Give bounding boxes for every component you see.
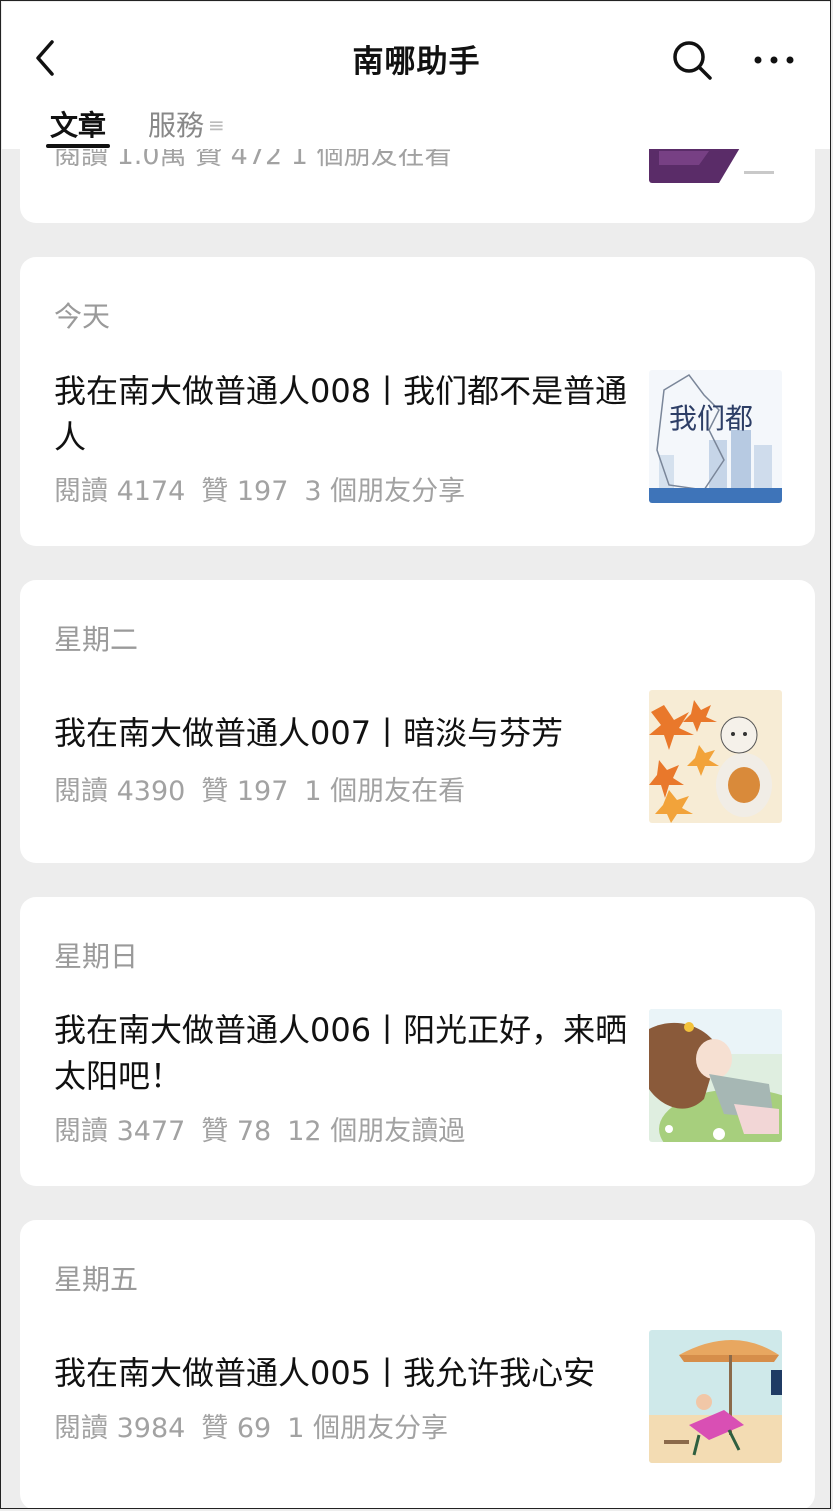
article-stats: 閱讀 3477 贊 78 12 個朋友讀過	[54, 1109, 481, 1148]
article-card[interactable]: 星期二 我在南大做普通人007丨暗淡与芬芳 閱讀 4390 贊 197 1 個朋友在…	[20, 580, 815, 863]
read-count: 閱讀 3477	[54, 1116, 186, 1147]
menu-icon: ≡	[208, 113, 225, 137]
article-title[interactable]: 我在南大做普通人007丨暗淡与芬芳	[54, 710, 629, 756]
article-date: 星期五	[54, 1263, 139, 1296]
search-icon	[673, 41, 712, 80]
thumbnail-handwriting: 我们都	[669, 402, 753, 435]
article-card[interactable]: 星期五 我在南大做普通人005丨我允许我心安 閱讀 3984 贊 69 1 個朋友分…	[20, 1220, 815, 1508]
app-header: 南哪助手 文章 服務 ≡	[2, 2, 830, 149]
article-thumbnail[interactable]	[649, 1330, 782, 1463]
article-title[interactable]: 我在南大做普通人006丨阳光正好，来晒太阳吧！	[54, 1007, 629, 1099]
friends-activity: 1 個朋友分享	[287, 1413, 449, 1444]
article-stats: 閱讀 4390 贊 197 1 個朋友在看	[54, 769, 481, 808]
read-count: 閱讀 3984	[54, 1413, 186, 1444]
tab-articles-label: 文章	[50, 109, 107, 142]
article-date: 今天	[54, 300, 111, 333]
friends-activity: 1 個朋友在看	[304, 776, 466, 807]
article-stats: 閱讀 3984 贊 69 1 個朋友分享	[54, 1406, 464, 1445]
article-date: 星期二	[54, 623, 139, 656]
tab-services-label: 服務	[148, 109, 205, 142]
article-date: 星期日	[54, 940, 139, 973]
article-thumbnail[interactable]	[649, 1009, 782, 1142]
like-count: 贊 197	[201, 476, 289, 507]
more-options-button[interactable]	[750, 38, 798, 82]
read-count: 閱讀 4390	[54, 776, 186, 807]
like-count: 贊 78	[201, 1116, 272, 1147]
article-thumbnail[interactable]: 我们都	[649, 370, 782, 503]
search-button[interactable]	[670, 38, 714, 82]
article-stats: 閱讀 4174 贊 197 3 個朋友分享	[54, 469, 481, 508]
article-card[interactable]: 星期日 我在南大做普通人006丨阳光正好，来晒太阳吧！ 閱讀 3477 贊 78 1…	[20, 897, 815, 1186]
like-count: 贊 69	[201, 1413, 272, 1444]
more-dots-icon	[754, 56, 794, 64]
read-count: 閱讀 4174	[54, 476, 186, 507]
app-frame: 閱讀 1.0萬 贊 472 1 個朋友在看 今天 我在南大做普通人008丨我们都…	[0, 0, 831, 1509]
tab-articles[interactable]: 文章	[46, 104, 111, 148]
tab-services[interactable]: 服務 ≡	[148, 104, 225, 144]
friends-activity: 3 個朋友分享	[304, 476, 466, 507]
article-thumbnail[interactable]	[649, 690, 782, 823]
article-title[interactable]: 我在南大做普通人005丨我允许我心安	[54, 1350, 629, 1396]
article-title[interactable]: 我在南大做普通人008丨我们都不是普通人	[54, 368, 629, 460]
article-card[interactable]: 今天 我在南大做普通人008丨我们都不是普通人 閱讀 4174 贊 197 3 個朋…	[20, 257, 815, 546]
active-tab-indicator	[46, 144, 111, 148]
friends-activity: 12 個朋友讀過	[287, 1116, 466, 1147]
like-count: 贊 197	[201, 776, 289, 807]
